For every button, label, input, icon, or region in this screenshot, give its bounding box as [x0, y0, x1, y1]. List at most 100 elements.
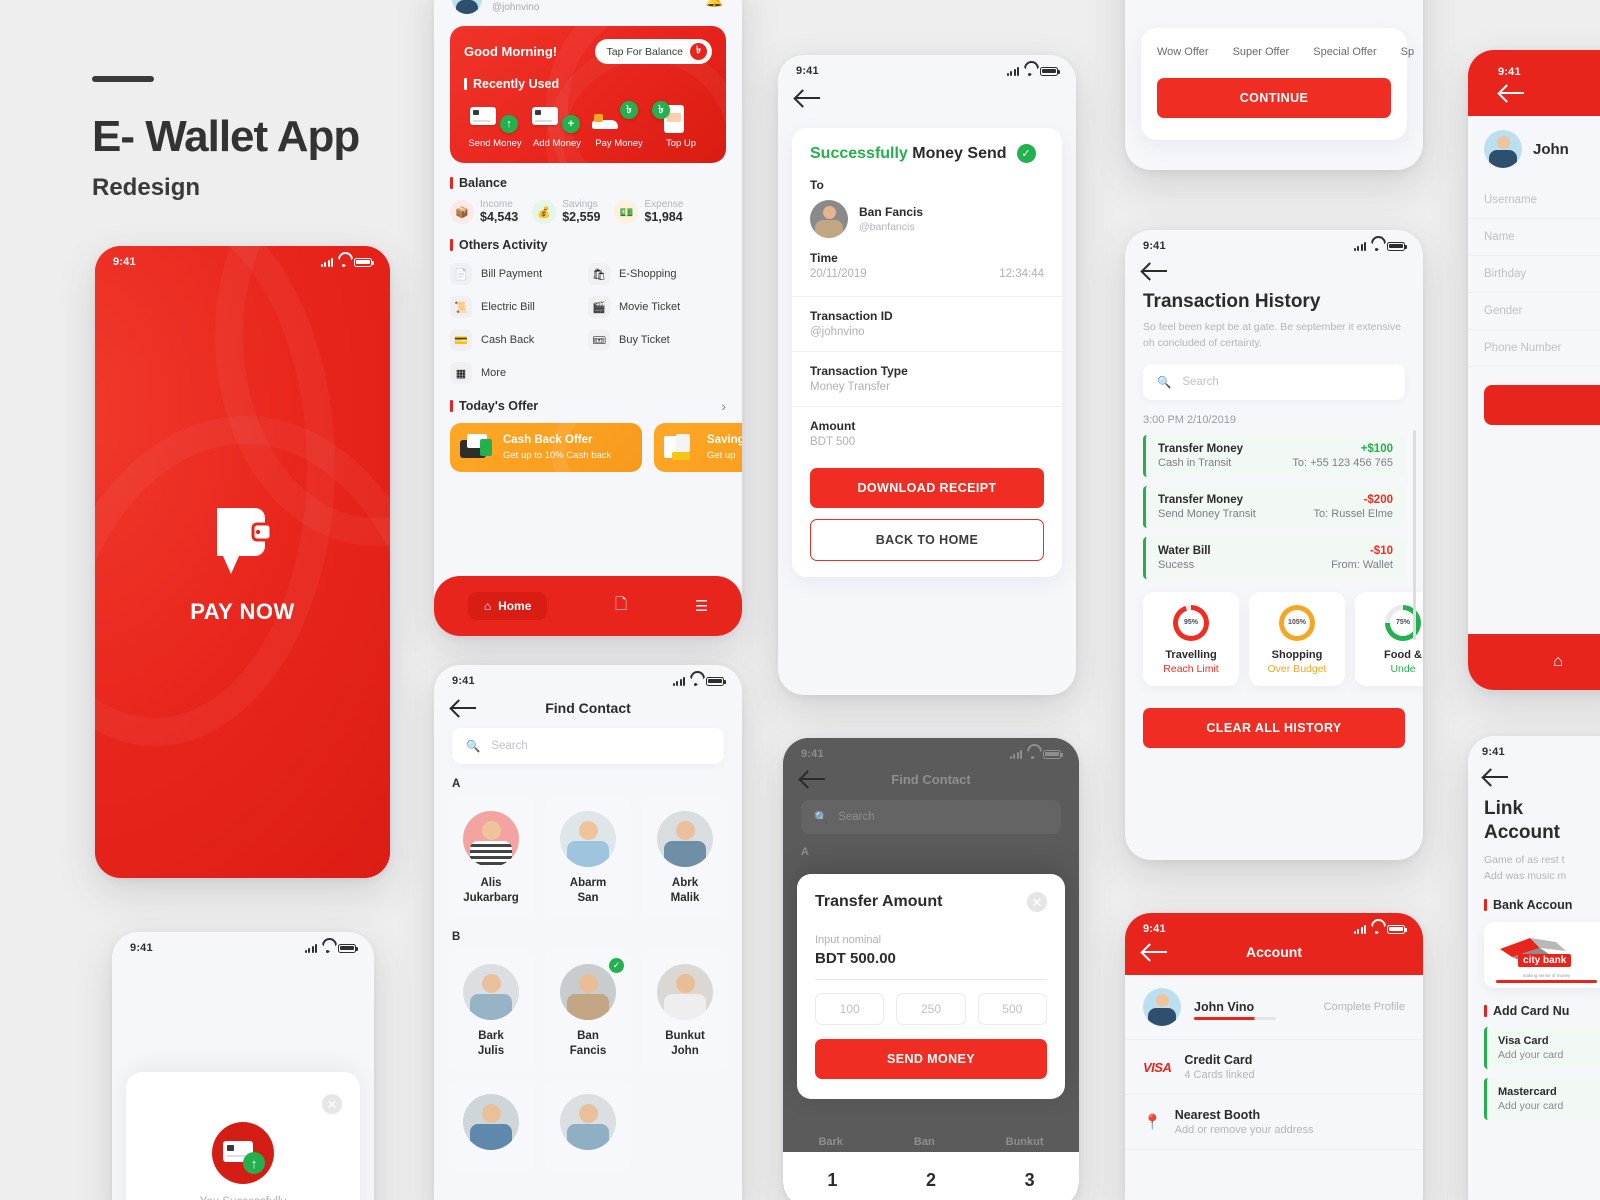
activity-label: Electric Bill — [481, 301, 535, 313]
contact-name: Bark — [818, 1136, 843, 1148]
tab-super-offer[interactable]: Super Offer — [1233, 46, 1290, 58]
tab-home[interactable]: ⌂ Home — [467, 592, 548, 620]
field-phone-number[interactable]: Phone Number — [1468, 330, 1600, 367]
clear-all-history-button[interactable]: CLEAR ALL HISTORY — [1143, 707, 1405, 748]
back-arrow-icon[interactable] — [1143, 943, 1169, 961]
status-time: 9:41 — [801, 748, 824, 760]
battery-icon — [1387, 241, 1407, 251]
transaction-row[interactable]: Water Bill -$10 Sucess From: Wallet — [1143, 536, 1405, 579]
link-description: Game of as rest t Add was music m — [1484, 853, 1567, 883]
transaction-row[interactable]: Transfer Money +$100 Cash in Transit To:… — [1143, 434, 1405, 477]
back-arrow-icon[interactable] — [801, 770, 827, 788]
contact-card[interactable] — [448, 1080, 534, 1170]
field-birthday[interactable]: Birthday — [1468, 256, 1600, 293]
key-1[interactable]: 1 — [827, 1170, 837, 1191]
field-gender[interactable]: Gender — [1468, 293, 1600, 330]
transaction-meta: To: +55 123 456 765 — [1292, 456, 1393, 469]
offer-card[interactable]: Saving Get up — [654, 423, 742, 472]
wifi-icon — [1024, 67, 1035, 76]
back-to-home-button[interactable]: BACK TO HOME — [810, 518, 1044, 561]
key-3[interactable]: 3 — [1025, 1170, 1035, 1191]
status-bar: 9:41 — [1468, 736, 1600, 760]
back-arrow-icon[interactable] — [452, 699, 478, 717]
scrollbar[interactable] — [1413, 430, 1416, 640]
receipt-screen: 9:41 Successfully Money Send ✓ To Ban Fa… — [778, 55, 1076, 695]
quick-action-label: Add Money — [532, 138, 582, 149]
offer-tabs[interactable]: Wow Offer Super Offer Special Offer Sp — [1157, 46, 1414, 58]
bell-icon[interactable]: 🔔 — [705, 0, 724, 8]
transaction-amount: -$200 — [1363, 493, 1393, 506]
quick-action-pay-money[interactable]: ৳ Pay Money — [588, 101, 650, 149]
back-arrow-icon[interactable] — [1500, 84, 1526, 102]
tab-menu[interactable]: ☰ — [695, 597, 708, 615]
back-arrow-icon[interactable] — [796, 89, 822, 107]
wifi-icon — [1027, 750, 1038, 759]
dim-search-input[interactable]: 🔍 Search — [801, 800, 1061, 834]
send-money-button[interactable]: SEND MONEY — [815, 1039, 1047, 1079]
balance-item-savings: 💰 Savings $2,559 — [532, 199, 600, 225]
quick-action-send-money[interactable]: ↑ Send Money — [464, 101, 526, 149]
contact-name: Ban Fancis — [569, 1029, 607, 1057]
contact-card[interactable]: Abarm San — [545, 798, 631, 917]
avatar[interactable] — [452, 0, 482, 14]
contact-card-selected[interactable]: ✓ Ban Fancis — [545, 950, 631, 1070]
offer-card[interactable]: Cash Back Offer Get up to 10% Cash back — [450, 423, 642, 472]
activity-buy-ticket[interactable]: 🎟 Buy Ticket — [588, 329, 726, 351]
recently-used-row: ↑ Send Money + Add Money ৳ Pay Money ৳ T… — [464, 101, 712, 149]
account-profile-row[interactable]: John Vino Complete Profile — [1125, 975, 1423, 1039]
bank-card-city-bank[interactable]: city bank making sense of money — [1484, 922, 1600, 989]
back-arrow-icon[interactable] — [1484, 768, 1510, 786]
activity-electric-bill[interactable]: 📜 Electric Bill — [450, 296, 588, 318]
contact-card[interactable]: Bark Julis — [448, 950, 534, 1070]
contact-card[interactable] — [545, 1080, 631, 1170]
avatar[interactable] — [1484, 130, 1522, 168]
avatar — [657, 963, 713, 1020]
field-username[interactable]: Username — [1468, 182, 1600, 219]
field-name[interactable]: Name — [1468, 219, 1600, 256]
search-input[interactable]: 🔍 Search — [1143, 363, 1405, 400]
tab-wow-offer[interactable]: Wow Offer — [1157, 46, 1209, 58]
chevron-right-icon[interactable]: › — [721, 398, 726, 414]
activity-bill-payment[interactable]: 📄 Bill Payment — [450, 263, 588, 285]
activity-e-shopping[interactable]: 🛍 E-Shopping — [588, 263, 726, 285]
account-row-nearest-booth[interactable]: 📍 Nearest Booth Add or remove your addre… — [1125, 1095, 1423, 1149]
status-icons — [1006, 66, 1060, 76]
contact-card[interactable]: Alis Jukarbarg — [448, 798, 534, 917]
close-icon[interactable]: ✕ — [322, 1094, 342, 1114]
profile-submit-button[interactable] — [1484, 385, 1600, 425]
back-arrow-icon[interactable] — [1143, 262, 1169, 280]
continue-button[interactable]: CONTINUE — [1157, 78, 1391, 118]
download-receipt-button[interactable]: DOWNLOAD RECEIPT — [810, 467, 1044, 508]
offers-carousel[interactable]: Cash Back Offer Get up to 10% Cash back … — [450, 423, 742, 472]
card-row-mastercard[interactable]: Mastercard Add your card — [1484, 1078, 1600, 1121]
activity-more[interactable]: ▦ More — [450, 362, 588, 384]
amount-chip-500[interactable]: 500 — [977, 993, 1047, 1025]
budget-card-shopping[interactable]: 105% Shopping Over Budget — [1249, 591, 1345, 686]
activity-cash-back[interactable]: 💳 Cash Back — [450, 329, 588, 351]
contact-card[interactable]: Abrk Malik — [642, 798, 728, 917]
search-input[interactable]: 🔍 Search — [452, 728, 724, 764]
battery-icon — [706, 676, 726, 686]
complete-profile-link[interactable]: Complete Profile — [1324, 1001, 1405, 1013]
card-row-visa[interactable]: Visa Card Add your card — [1484, 1027, 1600, 1070]
transaction-row[interactable]: Transfer Money -$200 Send Money Transit … — [1143, 485, 1405, 528]
tap-for-balance-button[interactable]: Tap For Balance ৳ — [594, 39, 712, 64]
tab-special-offer[interactable]: Special Offer — [1313, 46, 1376, 58]
key-2[interactable]: 2 — [926, 1170, 936, 1191]
profile-name: John — [1533, 140, 1569, 158]
tab-sp-offer[interactable]: Sp — [1401, 46, 1414, 58]
quick-action-add-money[interactable]: + Add Money — [526, 101, 588, 149]
home-icon[interactable]: ⌂ — [1553, 653, 1563, 671]
cashback-icon: 💳 — [450, 329, 472, 351]
activity-movie-ticket[interactable]: 🎬 Movie Ticket — [588, 296, 726, 318]
transaction-meta: To: Russel Elme — [1313, 507, 1393, 520]
budget-card-travelling[interactable]: 95% Travelling Reach Limit — [1143, 591, 1239, 686]
contact-card[interactable]: Bunkut John — [642, 950, 728, 1070]
amount-chip-100[interactable]: 100 — [815, 993, 885, 1025]
nominal-value[interactable]: BDT 500.00 — [815, 950, 1047, 967]
close-icon[interactable]: ✕ — [1027, 892, 1047, 912]
account-row-credit-card[interactable]: VISA Credit Card 4 Cards linked — [1125, 1040, 1423, 1094]
tab-receipt[interactable]: 🗋 — [615, 594, 627, 619]
quick-action-top-up[interactable]: ৳ Top Up — [650, 101, 712, 149]
amount-chip-250[interactable]: 250 — [896, 993, 966, 1025]
